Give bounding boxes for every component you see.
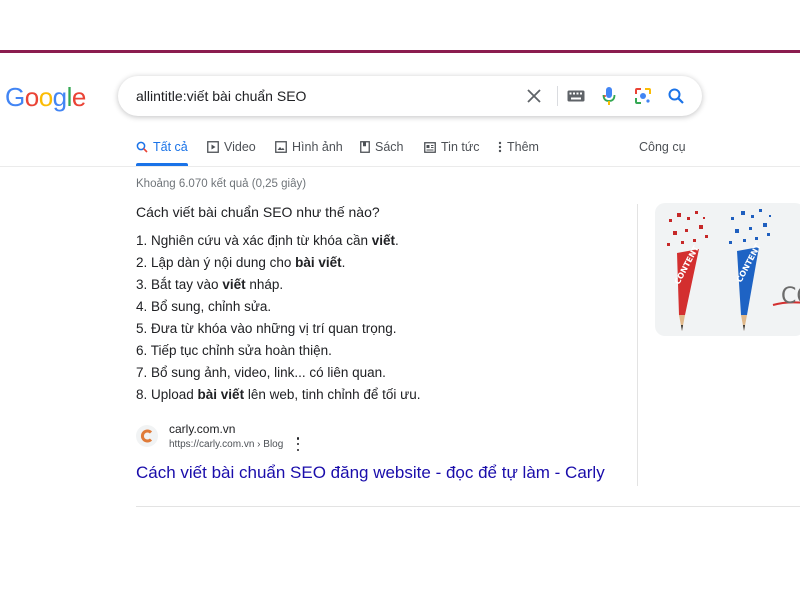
svg-text:CO: CO	[781, 284, 800, 309]
snippet-divider	[637, 204, 638, 486]
list-item: 4. Bổ sung, chỉnh sửa.	[136, 296, 420, 318]
image-icon	[275, 141, 287, 153]
keyboard-icon[interactable]	[565, 85, 587, 107]
more-options-icon[interactable]	[295, 437, 301, 451]
tab-label: Hình ảnh	[292, 140, 343, 154]
step-text: .	[394, 233, 399, 248]
tab-label: Sách	[375, 140, 404, 154]
tools-label: Công cụ	[639, 140, 686, 154]
list-item: 6. Tiếp tục chỉnh sửa hoàn thiện.	[136, 340, 420, 362]
logo-letter: e	[71, 82, 86, 112]
step-text: 2. Lập dàn ý nội dung cho	[136, 255, 296, 270]
tab-images[interactable]: Hình ảnh	[275, 140, 343, 154]
list-item: 8. Upload bài viết lên web, tinh chỉnh đ…	[136, 384, 420, 406]
google-logo[interactable]: Google	[5, 82, 86, 113]
tab-label: Thêm	[507, 140, 539, 154]
list-item: 7. Bổ sung ảnh, video, link... có liên q…	[136, 362, 420, 384]
step-text: 7. Bổ sung ảnh, video, link... có liên q…	[136, 365, 386, 380]
tab-news[interactable]: Tin tức	[424, 140, 479, 154]
red-pencil-illustration: CONTENT	[667, 211, 708, 331]
result-stats: Khoảng 6.070 kết quả (0,25 giây)	[136, 178, 307, 190]
microphone-icon[interactable]	[598, 85, 620, 107]
step-text: 3. Bắt tay vào	[136, 277, 223, 292]
blue-pencil-illustration: CONTENT	[729, 209, 771, 331]
search-tabs: Tất cả Video Hình ảnh Sách Tin tức Thêm …	[0, 136, 800, 167]
search-divider	[557, 86, 558, 106]
more-vert-icon	[498, 141, 502, 153]
step-keyword: viết	[371, 233, 395, 248]
list-item: 3. Bắt tay vào viết nháp.	[136, 274, 420, 296]
search-box[interactable]: allintitle:viết bài chuẩn SEO	[118, 76, 702, 116]
site-name[interactable]: carly.com.vn	[169, 422, 235, 436]
step-text: 6. Tiếp tục chỉnh sửa hoàn thiện.	[136, 343, 332, 358]
tab-all[interactable]: Tất cả	[136, 140, 188, 154]
tab-label: Video	[224, 140, 256, 154]
step-keyword: bài viết	[197, 387, 245, 402]
tab-label: Tin tức	[441, 140, 480, 154]
tab-books[interactable]: Sách	[360, 140, 404, 154]
logo-letter: G	[5, 82, 25, 112]
result-title-link[interactable]: Cách viết bài chuẩn SEO đăng website - đ…	[136, 463, 605, 483]
video-icon	[207, 141, 219, 153]
step-text: lên web, tinh chỉnh để tối ưu.	[244, 387, 421, 402]
tab-more[interactable]: Thêm	[498, 140, 539, 154]
step-keyword: bài viết	[295, 255, 342, 270]
tab-video[interactable]: Video	[207, 140, 256, 154]
snippet-title: Cách viết bài chuẩn SEO như thế nào?	[136, 204, 380, 220]
snippet-steps: 1. Nghiên cứu và xác định từ khóa cần vi…	[136, 230, 420, 406]
top-divider	[0, 50, 800, 53]
result-divider	[136, 506, 800, 507]
active-tab-indicator	[136, 163, 188, 166]
logo-letter: g	[52, 82, 67, 112]
logo-letter: o	[24, 82, 39, 112]
tab-label: Tất cả	[153, 140, 188, 154]
site-url[interactable]: https://carly.com.vn › Blog	[169, 439, 283, 450]
book-icon	[360, 141, 370, 153]
site-favicon[interactable]	[136, 425, 158, 447]
search-icon[interactable]	[665, 85, 687, 107]
search-icon	[136, 141, 148, 153]
list-item: 1. Nghiên cứu và xác định từ khóa cần vi…	[136, 230, 420, 252]
step-text: .	[341, 255, 346, 270]
list-item: 5. Đưa từ khóa vào những vị trí quan trọ…	[136, 318, 420, 340]
logo-letter: o	[38, 82, 53, 112]
news-icon	[424, 141, 436, 153]
tools-button[interactable]: Công cụ	[639, 140, 686, 154]
step-text: 5. Đưa từ khóa vào những vị trí quan trọ…	[136, 321, 397, 336]
close-icon[interactable]	[523, 85, 545, 107]
step-text: nháp.	[245, 277, 284, 292]
step-text: 4. Bổ sung, chỉnh sửa.	[136, 299, 272, 314]
search-input[interactable]: allintitle:viết bài chuẩn SEO	[136, 88, 306, 104]
step-keyword: viết	[222, 277, 246, 292]
step-text: 1. Nghiên cứu và xác định từ khóa cần	[136, 233, 372, 248]
step-text: 8. Upload	[136, 387, 198, 402]
snippet-image[interactable]: CONTENT CONTENT CO	[655, 203, 800, 336]
list-item: 2. Lập dàn ý nội dung cho bài viết.	[136, 252, 420, 274]
lens-icon[interactable]	[632, 85, 654, 107]
